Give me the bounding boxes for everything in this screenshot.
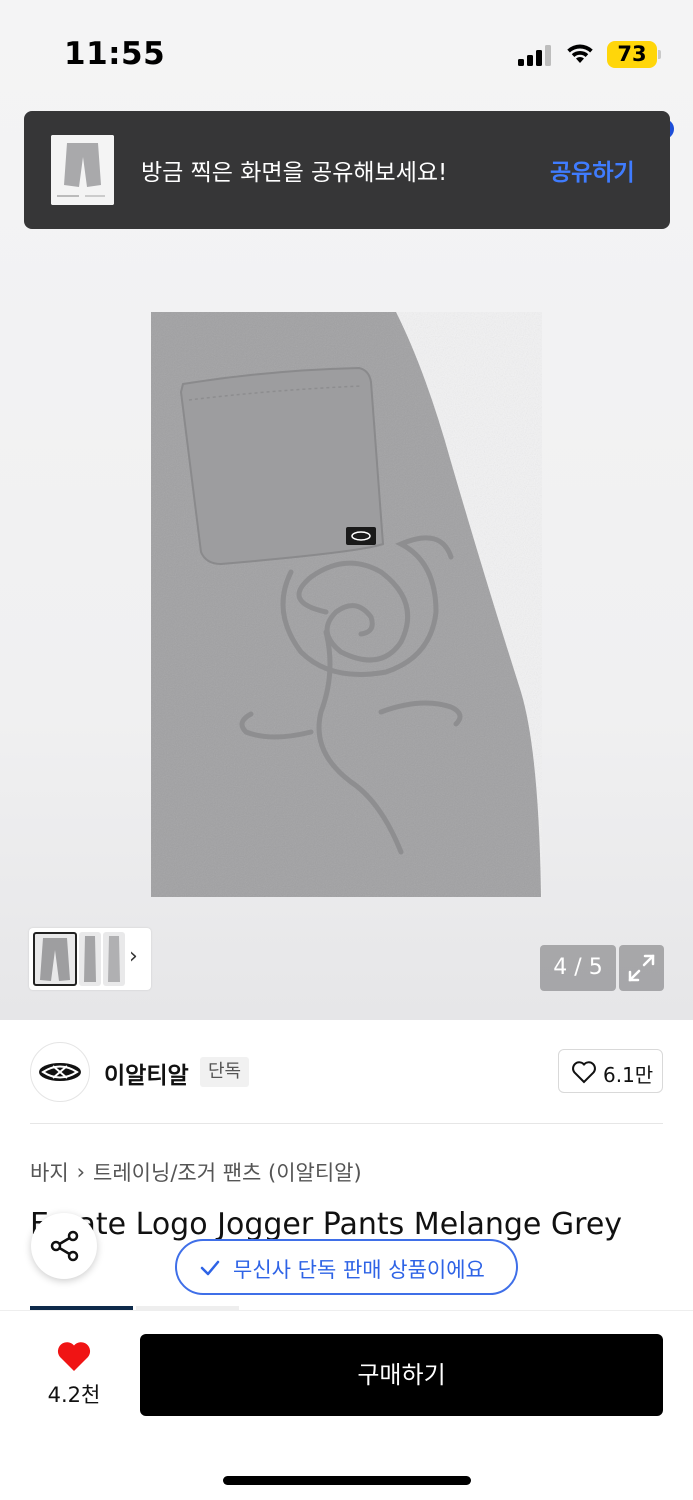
share-icon <box>50 1230 79 1262</box>
battery-tip <box>658 50 661 59</box>
exclusive-badge-text: 무신사 단독 판매 상품이에요 <box>233 1258 485 1282</box>
status-bar: 11:55 73 <box>0 0 693 100</box>
check-icon <box>200 1260 220 1276</box>
home-indicator <box>223 1476 471 1485</box>
breadcrumb: 바지 › 트레이닝/조거 팬츠 (이알티알) <box>30 1157 362 1187</box>
image-counter: 4 / 5 <box>540 945 616 991</box>
brand-like-count: 6.1만 <box>603 1063 654 1087</box>
status-time: 11:55 <box>64 36 166 72</box>
brand-logo[interactable] <box>30 1042 90 1102</box>
thumbnail-item[interactable] <box>33 932 77 986</box>
chevron-right-icon[interactable]: › <box>129 944 138 969</box>
chevron-right-icon: › <box>76 1160 86 1184</box>
share-fab[interactable] <box>31 1213 97 1279</box>
thumbnail-strip[interactable]: › <box>29 928 151 990</box>
battery-level: 73 <box>607 41 657 68</box>
wishlist-count: 4.2천 <box>47 1383 101 1407</box>
product-image[interactable] <box>151 312 542 897</box>
expand-icon[interactable] <box>619 945 664 991</box>
brand-name[interactable]: 이알티알 <box>104 1056 189 1090</box>
breadcrumb-subcategory[interactable]: 트레이닝/조거 팬츠 (이알티알) <box>93 1157 362 1187</box>
divider <box>30 1123 663 1124</box>
buy-button[interactable]: 구매하기 <box>140 1334 663 1416</box>
breadcrumb-category[interactable]: 바지 <box>30 1157 69 1187</box>
wifi-icon <box>567 44 593 63</box>
share-toast: 방금 찍은 화면을 공유해보세요! 공유하기 <box>24 111 670 229</box>
cellular-signal-icon <box>518 44 552 66</box>
exclusive-badge[interactable]: 무신사 단독 판매 상품이에요 <box>175 1239 518 1295</box>
heart-outline-icon <box>572 1061 596 1084</box>
thumbnail-item[interactable] <box>103 932 125 986</box>
toast-message: 방금 찍은 화면을 공유해보세요! <box>141 160 448 186</box>
share-button[interactable]: 공유하기 <box>550 153 635 187</box>
brand-like-button[interactable]: 6.1만 <box>558 1049 663 1093</box>
exclusive-tag: 단독 <box>200 1057 250 1087</box>
wishlist-button[interactable]: 4.2천 <box>40 1339 108 1409</box>
thumbnail-item[interactable] <box>79 932 101 986</box>
heart-filled-icon <box>57 1342 91 1371</box>
bottom-action-bar: 4.2천 구매하기 <box>0 1310 693 1500</box>
screenshot-thumbnail[interactable] <box>51 135 114 205</box>
